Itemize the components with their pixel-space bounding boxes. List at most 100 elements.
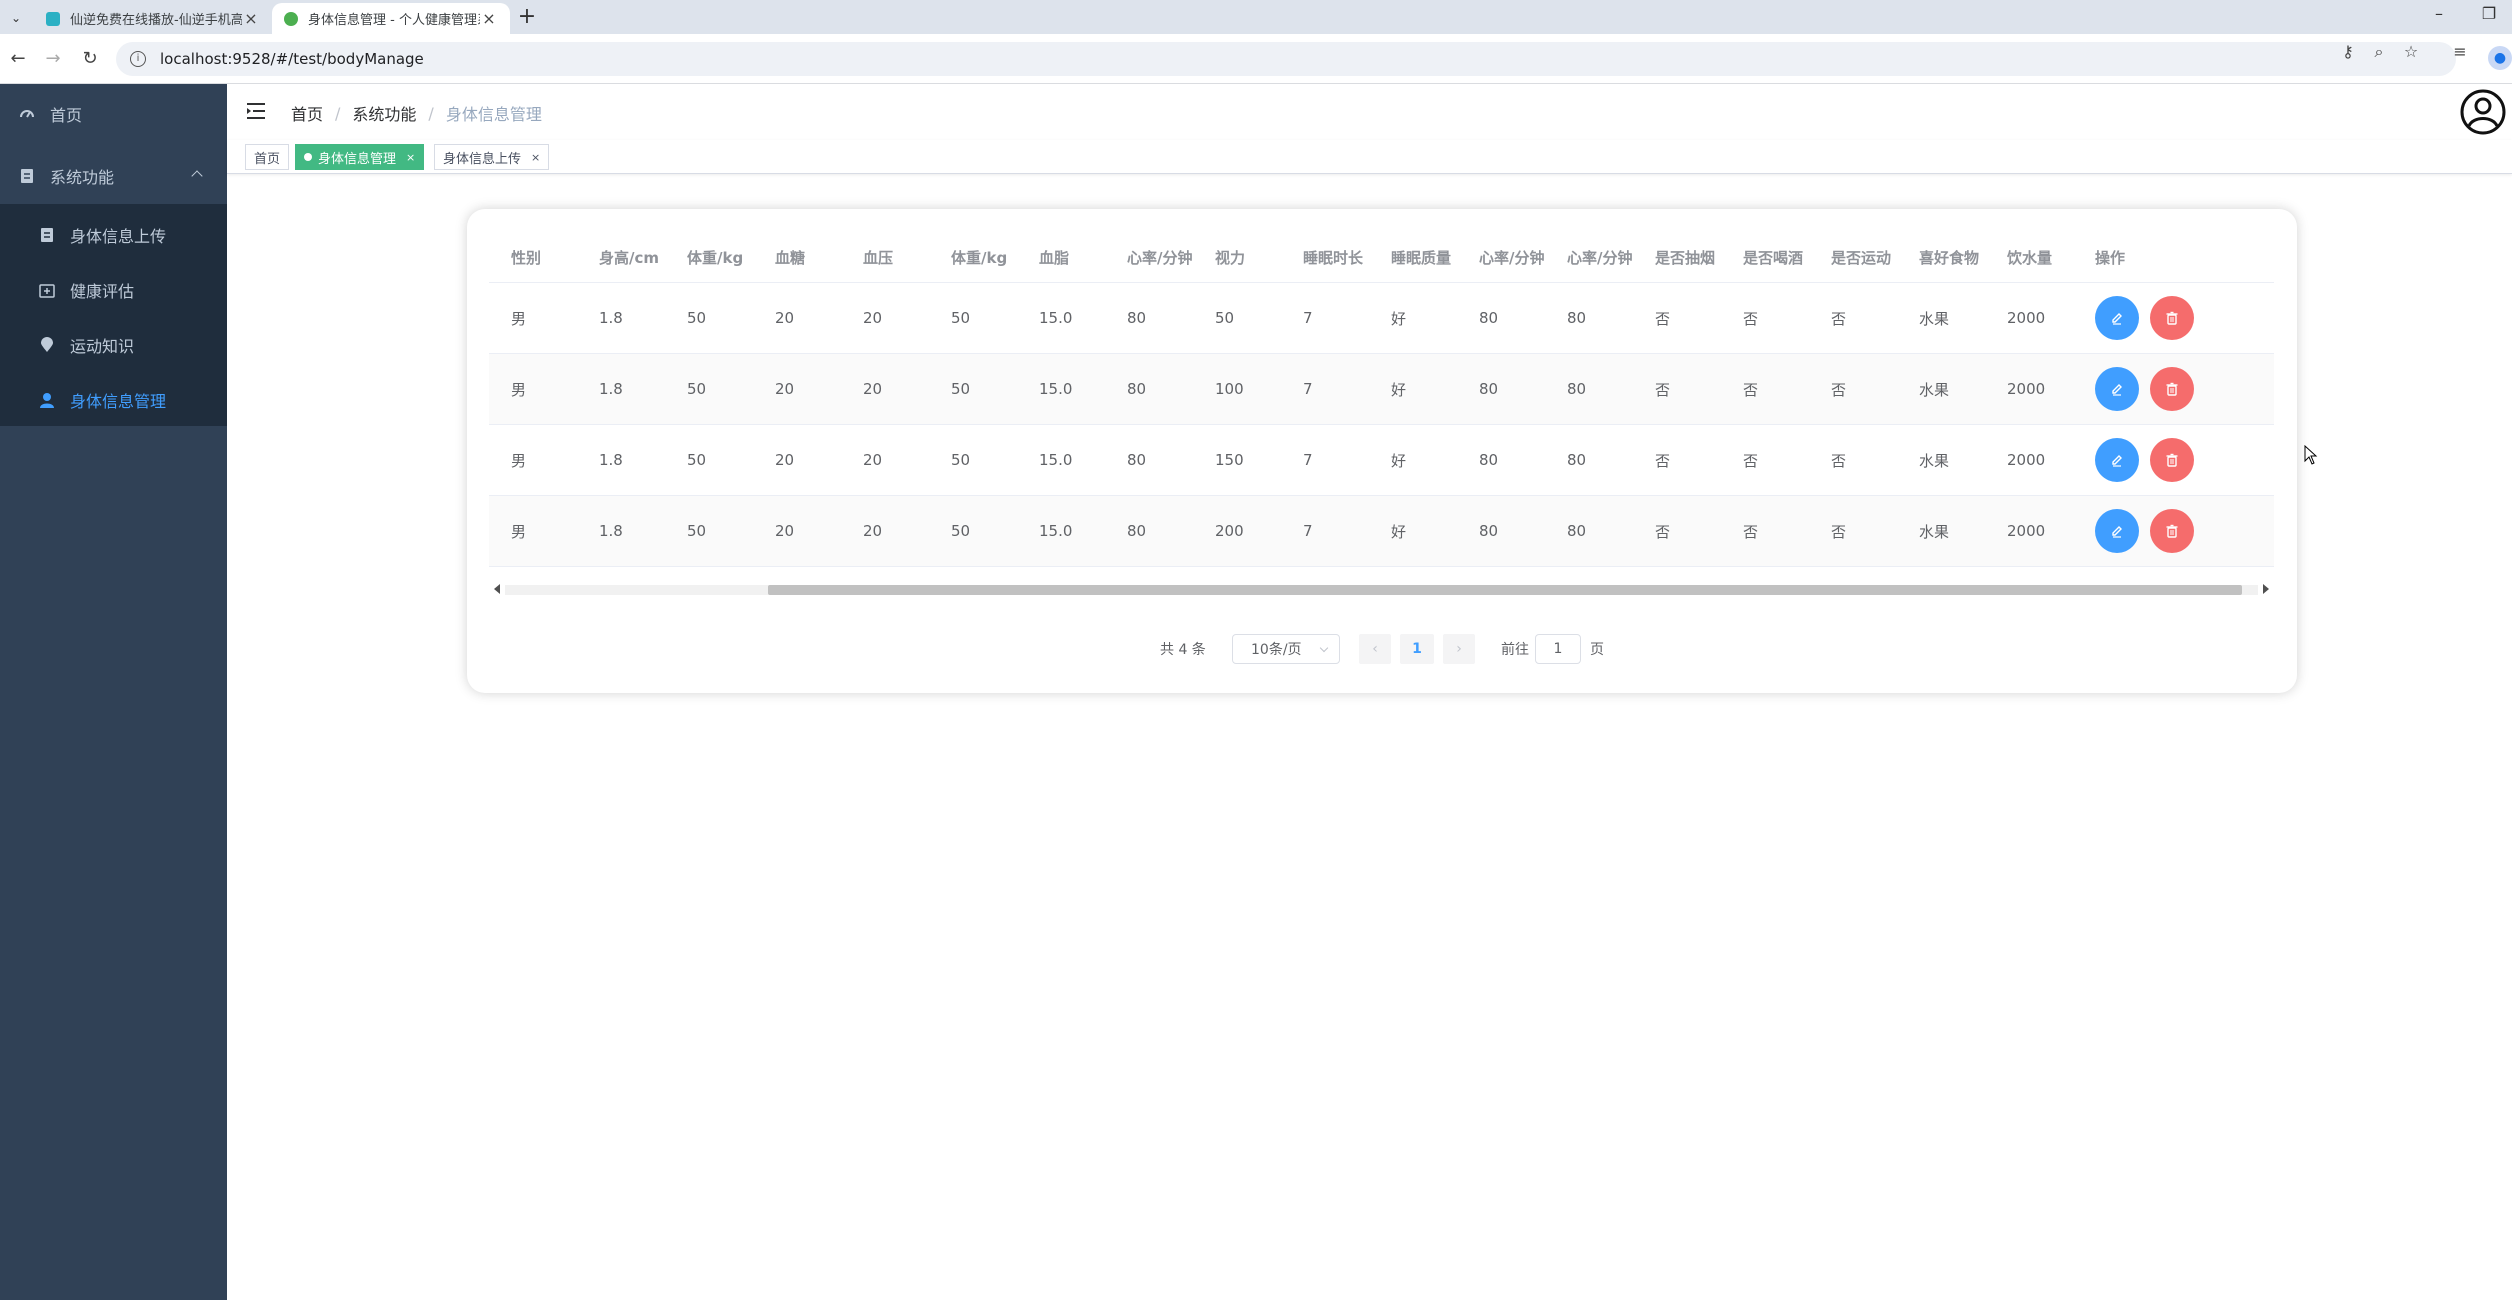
table-cell: 80 — [1567, 451, 1587, 469]
table-cell: 2000 — [2007, 451, 2046, 469]
scrollbar-thumb[interactable] — [768, 585, 2242, 595]
sidebar-item-label: 身体信息上传 — [70, 227, 167, 246]
table-cell: 80 — [1479, 451, 1499, 469]
new-tab-button[interactable]: + — [514, 4, 540, 30]
table-cell: 80 — [1479, 309, 1499, 327]
column-header: 心率/分钟 — [1479, 249, 1545, 267]
tag-home[interactable]: 首页 — [245, 144, 290, 170]
breadcrumb-separator: / — [428, 103, 434, 123]
edit-button[interactable] — [2095, 296, 2139, 340]
zoom-icon[interactable]: ⌕ — [2367, 42, 2391, 62]
edit-icon — [2112, 313, 2122, 325]
sidebar-item-body-info-upload[interactable]: 身体信息上传 — [0, 207, 227, 263]
mouse-cursor-icon — [2304, 444, 2318, 469]
hamburger-icon[interactable] — [245, 100, 267, 122]
back-icon[interactable]: ← — [5, 46, 31, 72]
delete-button[interactable] — [2150, 438, 2194, 482]
table-cell: 好 — [1391, 309, 1407, 328]
table-cell: 50 — [687, 380, 707, 398]
table-cell: 50 — [1215, 309, 1235, 327]
scroll-left-arrow-icon[interactable] — [494, 584, 500, 594]
table-cell: 否 — [1831, 451, 1847, 470]
url-input[interactable]: i localhost:9528/#/test/bodyManage — [116, 42, 2456, 76]
column-header: 血脂 — [1039, 249, 1070, 267]
password-key-icon[interactable]: ⚷ — [2336, 42, 2360, 61]
column-header: 视力 — [1215, 249, 1246, 267]
address-bar-row: ← → ↻ i localhost:9528/#/test/bodyManage… — [0, 34, 2512, 84]
sidebar-item-label: 系统功能 — [50, 168, 115, 187]
column-header: 操作 — [2095, 249, 2126, 267]
sidebar-item-exercise-knowledge[interactable]: 运动知识 — [0, 317, 227, 373]
site-info-icon[interactable]: i — [130, 51, 146, 67]
forward-icon[interactable]: → — [40, 46, 66, 72]
table-row: 男 1.8 50 20 20 50 15.0 80 50 7 好 80 80 否 否 否 水果 2000 — [489, 283, 2274, 354]
prev-page-button[interactable]: ‹ — [1359, 634, 1391, 664]
close-icon[interactable]: × — [531, 151, 540, 164]
bookmark-star-icon[interactable]: ☆ — [2399, 42, 2423, 61]
reload-icon[interactable]: ↻ — [77, 46, 103, 72]
breadcrumb-home[interactable]: 首页 — [291, 101, 323, 125]
edit-icon — [2112, 526, 2122, 538]
top-navbar: 首页 / 系统功能 / 身体信息管理 — [227, 84, 2512, 140]
site-favicon — [284, 11, 298, 26]
breadcrumb-current: 身体信息管理 — [445, 105, 542, 124]
page-size-select[interactable]: 10条/页 — [1232, 634, 1340, 664]
pagination: 共 4 条 10条/页 ‹ 1 › 前往 1 页 — [227, 634, 2512, 664]
edit-button[interactable] — [2095, 509, 2139, 553]
minimize-icon[interactable]: – — [2424, 4, 2454, 23]
trash-icon — [2166, 453, 2178, 467]
tag-body-info-manage[interactable]: 身体信息管理 × — [295, 144, 425, 170]
close-icon[interactable]: × — [480, 9, 498, 28]
url-text: localhost:9528/#/test/bodyManage — [160, 50, 424, 68]
edit-button[interactable] — [2095, 438, 2139, 482]
column-header: 睡眠质量 — [1391, 249, 1452, 267]
close-icon[interactable]: × — [242, 9, 260, 28]
table-cell: 2000 — [2007, 380, 2046, 398]
table-cell: 20 — [775, 380, 795, 398]
goto-page-input[interactable]: 1 — [1535, 634, 1581, 664]
sidebar-item-body-info-manage[interactable]: 身体信息管理 — [0, 372, 227, 428]
table-cell: 50 — [951, 522, 971, 540]
column-header: 是否喝酒 — [1743, 249, 1804, 267]
medical-kit-icon — [38, 281, 56, 299]
column-header: 血压 — [863, 249, 894, 267]
table-cell: 好 — [1391, 451, 1407, 470]
table-cell: 80 — [1479, 522, 1499, 540]
table-cell: 水果 — [1919, 451, 1950, 470]
table-cell: 80 — [1127, 451, 1147, 469]
browser-tab-1[interactable]: 仙逆免费在线播放-仙逆手机高清 × — [34, 3, 272, 34]
table-cell: 15.0 — [1039, 380, 1073, 398]
trash-icon — [2166, 311, 2178, 325]
table-cell: 200 — [1215, 522, 1244, 540]
edit-button[interactable] — [2095, 367, 2139, 411]
sidebar-item-home[interactable]: 首页 — [0, 86, 227, 142]
horizontal-scrollbar[interactable] — [489, 581, 2274, 599]
scroll-right-arrow-icon[interactable] — [2263, 584, 2269, 594]
breadcrumb-system[interactable]: 系统功能 — [352, 101, 416, 125]
page-number-1[interactable]: 1 — [1400, 634, 1434, 664]
table-cell: 男 — [511, 522, 527, 541]
tag-body-info-upload[interactable]: 身体信息上传 × — [434, 144, 550, 170]
delete-button[interactable] — [2150, 509, 2194, 553]
table-cell: 1.8 — [599, 380, 623, 398]
tab-search-icon[interactable]: ⌄ — [4, 6, 28, 30]
sidebar-item-system-functions[interactable]: 系统功能 — [0, 148, 227, 204]
table-cell: 20 — [863, 380, 883, 398]
delete-button[interactable] — [2150, 296, 2194, 340]
restore-icon[interactable]: ❐ — [2474, 4, 2504, 23]
next-page-button[interactable]: › — [1443, 634, 1475, 664]
sidebar-item-health-assessment[interactable]: 健康评估 — [0, 262, 227, 318]
reading-list-icon[interactable]: ≡ — [2448, 42, 2472, 61]
column-header: 心率/分钟 — [1567, 249, 1633, 267]
profile-icon[interactable]: ● — [2488, 46, 2512, 70]
table-cell: 100 — [1215, 380, 1244, 398]
close-icon[interactable]: × — [406, 151, 415, 164]
table-cell: 水果 — [1919, 309, 1950, 328]
table-row: 男 1.8 50 20 20 50 15.0 80 200 7 好 80 80 否 否 否 水果 2000 — [489, 496, 2274, 567]
delete-button[interactable] — [2150, 367, 2194, 411]
table-cell: 80 — [1127, 380, 1147, 398]
location-icon — [38, 336, 56, 354]
browser-tab-2[interactable]: 身体信息管理 - 个人健康管理系统 × — [272, 3, 510, 34]
table-row: 男 1.8 50 20 20 50 15.0 80 150 7 好 80 80 否 否 否 水果 2000 — [489, 425, 2274, 496]
avatar-icon[interactable] — [2459, 88, 2507, 136]
